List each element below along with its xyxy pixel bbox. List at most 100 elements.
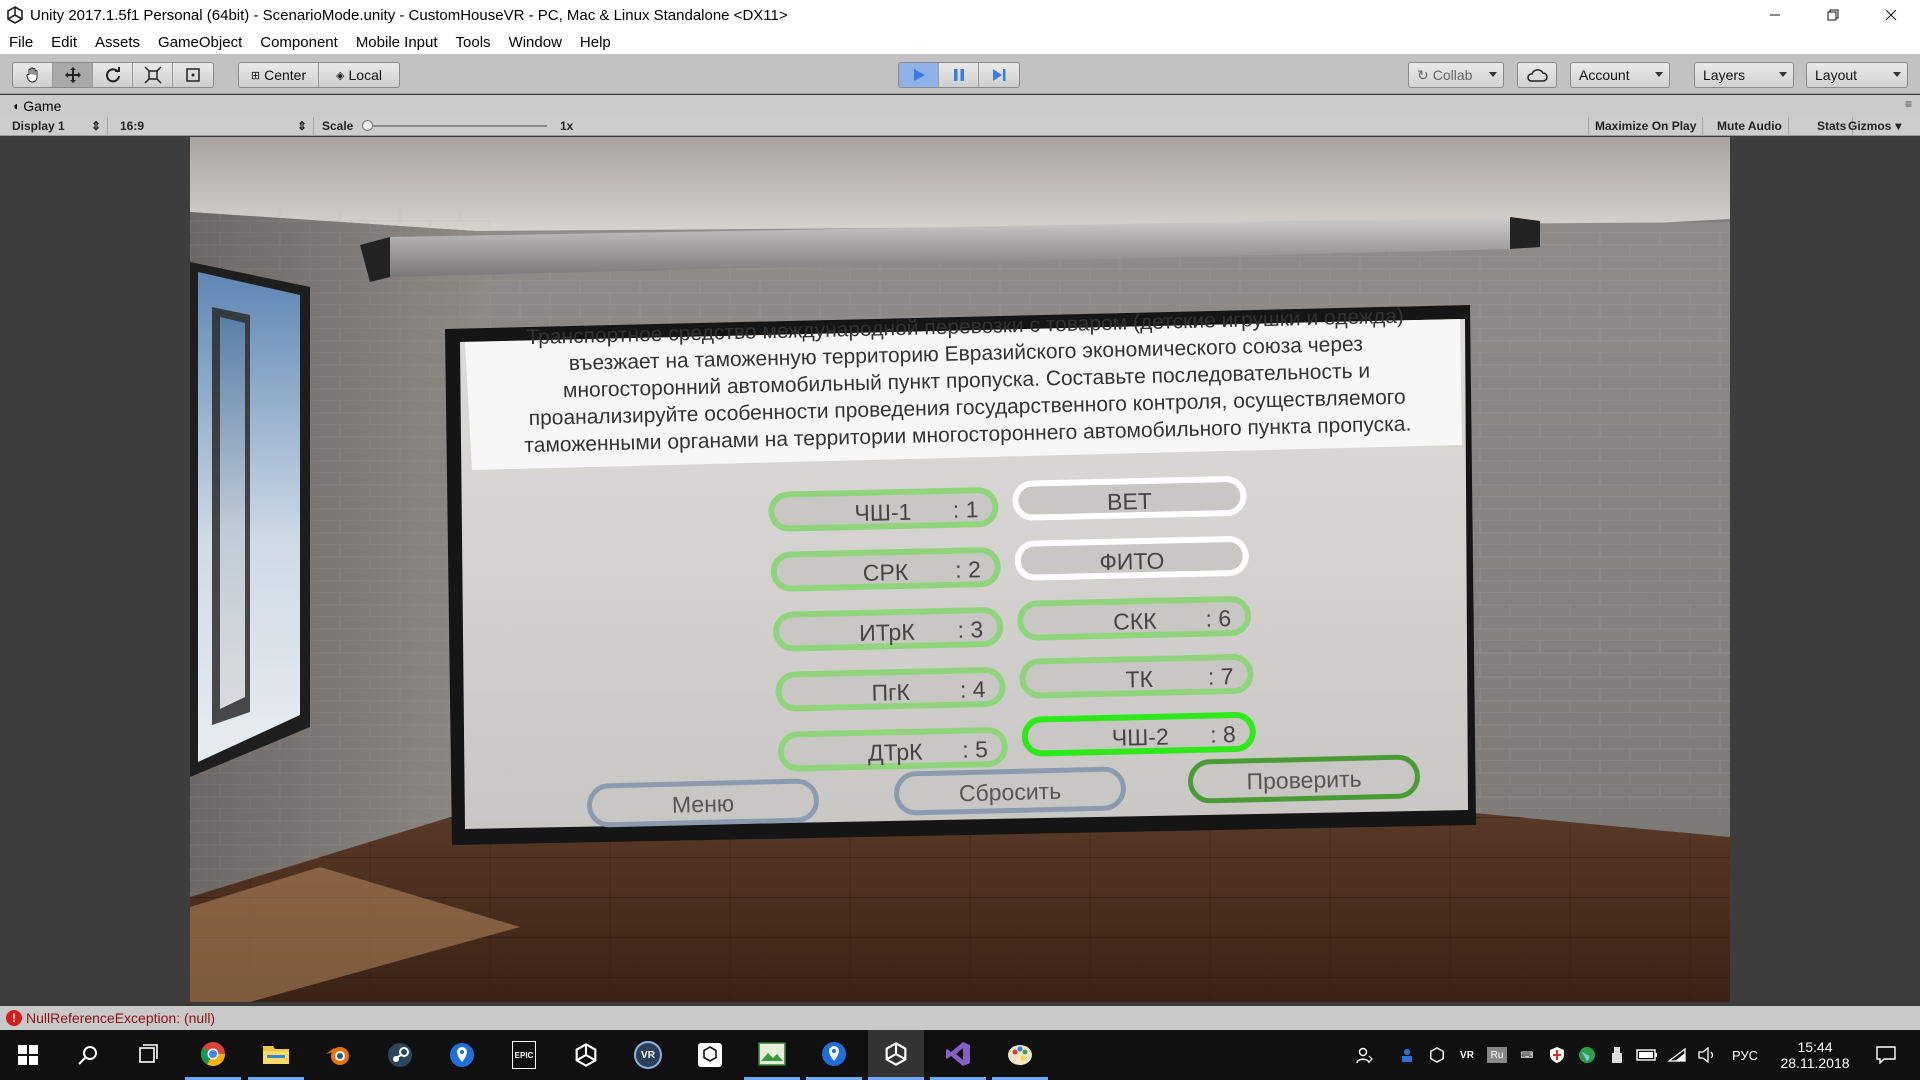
input-language[interactable]: РУС xyxy=(1728,1030,1762,1080)
console-status-bar[interactable]: ! NullReferenceException: (null) xyxy=(0,1006,1920,1030)
step-button[interactable] xyxy=(979,63,1019,87)
unity-editor-taskbar-button[interactable] xyxy=(868,1030,924,1080)
action-center-button[interactable] xyxy=(1862,1030,1910,1080)
scale-slider-thumb[interactable] xyxy=(362,120,373,131)
option-button[interactable]: ПгК : 4 xyxy=(775,666,1006,712)
user-tray-icon[interactable] xyxy=(1395,1030,1419,1080)
unity-hub-taskbar-button[interactable] xyxy=(682,1030,738,1080)
hand-tool-button[interactable] xyxy=(13,63,53,87)
vr-icon-label: VR xyxy=(641,1049,655,1061)
chrome-taskbar-button[interactable] xyxy=(185,1030,241,1080)
aspect-dropdown[interactable]: 16:9 ⇕ xyxy=(114,117,314,135)
rect-tool-button[interactable] xyxy=(173,63,213,87)
menu-edit[interactable]: Edit xyxy=(42,34,86,51)
option-button[interactable]: СКК : 6 xyxy=(1016,595,1252,641)
minimize-button[interactable] xyxy=(1746,0,1804,30)
menu-gameobject[interactable]: GameObject xyxy=(149,34,251,51)
blender-taskbar-button[interactable] xyxy=(310,1030,366,1080)
file-explorer-taskbar-button[interactable] xyxy=(248,1030,304,1080)
mute-audio-toggle[interactable]: Mute Audio xyxy=(1711,117,1789,135)
scale-tool-button[interactable] xyxy=(133,63,173,87)
steam-icon xyxy=(388,1043,412,1067)
check-button-label: Проверить xyxy=(1246,765,1362,795)
menu-help[interactable]: Help xyxy=(571,34,620,51)
option-button[interactable]: ДТрК : 5 xyxy=(777,726,1009,772)
pivot-local-button[interactable]: ◈ Local xyxy=(319,63,399,87)
unity-taskbar-button[interactable] xyxy=(558,1030,614,1080)
close-button[interactable] xyxy=(1862,0,1920,30)
option-button[interactable]: ЧШ-1 : 1 xyxy=(768,486,999,532)
tab-menu-icon[interactable]: ≡ xyxy=(1905,97,1912,111)
restore-button[interactable] xyxy=(1804,0,1862,30)
play-button[interactable] xyxy=(899,63,939,87)
account-dropdown[interactable]: Account xyxy=(1570,62,1670,88)
check-button[interactable]: Проверить xyxy=(1187,754,1421,804)
gizmos-dropdown[interactable]: Gizmos ▾ xyxy=(1842,117,1907,135)
visual-studio-taskbar-button[interactable] xyxy=(930,1030,986,1080)
battery-icon[interactable] xyxy=(1635,1030,1659,1080)
steam-taskbar-button[interactable] xyxy=(372,1030,428,1080)
pause-button[interactable] xyxy=(939,63,979,87)
option-order: : 3 xyxy=(957,616,984,643)
usb-icon[interactable] xyxy=(1605,1030,1629,1080)
menu-button[interactable]: Меню xyxy=(586,778,820,828)
menu-window[interactable]: Window xyxy=(500,34,571,51)
shield-icon[interactable] xyxy=(1545,1030,1569,1080)
transform-tools xyxy=(12,62,214,88)
chevron-down-icon: ▾ xyxy=(1895,119,1902,133)
mute-label: Mute Audio xyxy=(1717,119,1782,133)
vr-tray-icon[interactable]: VR xyxy=(1455,1030,1479,1080)
maps-taskbar-button-2[interactable] xyxy=(806,1030,862,1080)
rotate-tool-button[interactable] xyxy=(93,63,133,87)
option-button[interactable]: СРК : 2 xyxy=(770,546,1002,592)
pivot-center-button[interactable]: ⊞ Center xyxy=(239,63,319,87)
menu-assets[interactable]: Assets xyxy=(86,34,149,51)
layers-dropdown[interactable]: Layers xyxy=(1694,62,1794,88)
option-button[interactable]: ИТрК : 3 xyxy=(772,606,1004,652)
option-button[interactable]: ТК : 7 xyxy=(1019,653,1254,699)
option-order: : 6 xyxy=(1205,605,1232,632)
clock[interactable]: 15:44 28.11.2018 xyxy=(1770,1030,1860,1080)
menu-file[interactable]: File xyxy=(0,34,42,51)
layout-dropdown[interactable]: Layout xyxy=(1806,62,1908,88)
option-button[interactable]: ВЕТ xyxy=(1012,475,1247,521)
option-order: : 7 xyxy=(1207,663,1234,690)
vr-taskbar-button[interactable]: VR xyxy=(620,1030,676,1080)
maps-taskbar-button[interactable] xyxy=(434,1030,490,1080)
menu-mobile-input[interactable]: Mobile Input xyxy=(347,34,447,51)
image-editor-taskbar-button[interactable] xyxy=(744,1030,800,1080)
maximize-on-play-toggle[interactable]: Maximize On Play xyxy=(1588,117,1704,135)
ime-icon[interactable]: ⌨ xyxy=(1515,1030,1539,1080)
scale-icon xyxy=(143,66,162,84)
cloud-icon xyxy=(1527,69,1548,82)
move-tool-button[interactable] xyxy=(53,63,93,87)
display-dropdown[interactable]: Display 1 ⇕ xyxy=(6,117,108,135)
game-tab-header: ◖ Game ≡ xyxy=(0,95,1920,117)
menu-tools[interactable]: Tools xyxy=(447,34,500,51)
game-viewport[interactable]: Транспортное средство международной пере… xyxy=(190,137,1730,1002)
unity-tray-icon[interactable] xyxy=(1425,1030,1449,1080)
game-tab[interactable]: ◖ Game xyxy=(12,98,61,114)
option-button[interactable]: ФИТО xyxy=(1014,535,1250,581)
menu-button-label: Меню xyxy=(671,790,735,818)
option-order: : 1 xyxy=(952,496,979,523)
volume-icon[interactable] xyxy=(1695,1030,1719,1080)
search-button[interactable] xyxy=(60,1030,116,1080)
option-label: ВЕТ xyxy=(1106,487,1153,515)
cloud-button[interactable] xyxy=(1517,62,1557,88)
option-button[interactable]: ЧШ-2 : 8 xyxy=(1021,711,1257,757)
option-order: : 2 xyxy=(954,556,982,583)
collab-dropdown[interactable]: ↻ Collab xyxy=(1408,62,1504,88)
wifi-icon[interactable] xyxy=(1665,1030,1689,1080)
language-indicator-icon[interactable]: Ru xyxy=(1485,1030,1509,1080)
people-icon[interactable] xyxy=(1350,1030,1380,1080)
option-order: : 4 xyxy=(959,676,986,703)
reset-button[interactable]: Сбросить xyxy=(893,766,1127,816)
start-button[interactable] xyxy=(0,1030,56,1080)
globe-icon[interactable] xyxy=(1575,1030,1599,1080)
scale-slider-track[interactable] xyxy=(362,125,547,127)
task-view-button[interactable] xyxy=(120,1030,176,1080)
paint-taskbar-button[interactable] xyxy=(992,1030,1048,1080)
menu-component[interactable]: Component xyxy=(251,34,347,51)
epic-games-taskbar-button[interactable]: EPIC xyxy=(496,1030,552,1080)
